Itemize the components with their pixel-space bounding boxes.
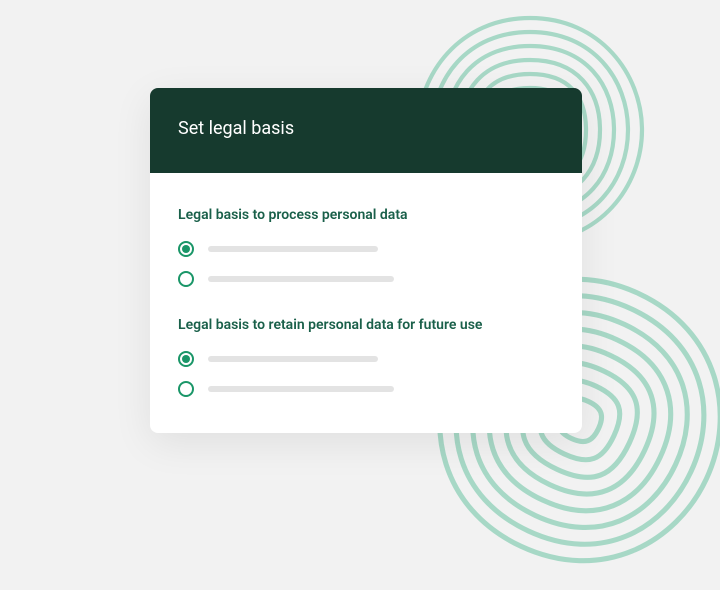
legal-basis-card: Set legal basis Legal basis to process p… (150, 88, 582, 433)
radio-selected[interactable] (178, 241, 194, 257)
option-row[interactable] (178, 241, 554, 257)
option-label-placeholder (208, 386, 394, 392)
section-process-data: Legal basis to process personal data (178, 207, 554, 287)
section-title: Legal basis to retain personal data for … (178, 317, 554, 333)
radio-unselected[interactable] (178, 381, 194, 397)
card-header: Set legal basis (150, 88, 582, 173)
option-row[interactable] (178, 271, 554, 287)
radio-unselected[interactable] (178, 271, 194, 287)
option-row[interactable] (178, 381, 554, 397)
option-row[interactable] (178, 351, 554, 367)
radio-selected[interactable] (178, 351, 194, 367)
option-label-placeholder (208, 246, 378, 252)
option-label-placeholder (208, 276, 394, 282)
section-title: Legal basis to process personal data (178, 207, 554, 223)
option-label-placeholder (208, 356, 378, 362)
section-retain-data: Legal basis to retain personal data for … (178, 317, 554, 397)
card-body: Legal basis to process personal data Leg… (150, 173, 582, 433)
card-title: Set legal basis (178, 118, 294, 139)
